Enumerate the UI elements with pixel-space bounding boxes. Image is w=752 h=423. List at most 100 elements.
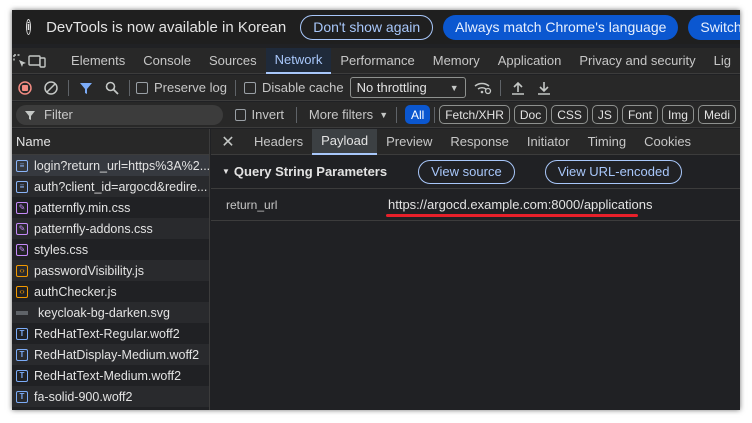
stylesheet-icon: ✎ bbox=[16, 201, 28, 214]
search-icon[interactable] bbox=[99, 75, 125, 101]
tab-console[interactable]: Console bbox=[134, 48, 200, 74]
close-icon[interactable]: ✕ bbox=[211, 129, 245, 155]
type-filter-all[interactable]: All bbox=[404, 105, 431, 124]
network-toolbar: Preserve log Disable cache No throttling… bbox=[12, 75, 740, 101]
import-har-icon[interactable] bbox=[505, 75, 531, 101]
tab-privacy-security[interactable]: Privacy and security bbox=[570, 48, 704, 74]
separator bbox=[234, 79, 236, 96]
disable-cache-checkbox[interactable] bbox=[243, 81, 256, 94]
request-name: RedHatText-Medium.woff2 bbox=[34, 368, 182, 383]
tab-application[interactable]: Application bbox=[489, 48, 571, 74]
preserve-log-checkbox[interactable] bbox=[136, 81, 148, 94]
script-icon: ‹› bbox=[16, 264, 28, 277]
tab-memory[interactable]: Memory bbox=[424, 48, 489, 74]
tab-network[interactable]: Network bbox=[265, 47, 332, 74]
separator bbox=[396, 106, 397, 123]
section-title: Query String Parameters bbox=[233, 164, 388, 179]
document-icon: ≡ bbox=[16, 180, 28, 193]
match-language-button[interactable]: Always match Chrome's language bbox=[443, 14, 679, 40]
query-string-section-header[interactable]: ▼ Query String Parameters View source Vi… bbox=[211, 155, 740, 189]
language-infobar: i DevTools is now available in Korean Do… bbox=[12, 10, 740, 44]
request-row[interactable]: T RedHatDisplay-Medium.woff2 bbox=[12, 344, 209, 365]
type-filter-img[interactable]: Img bbox=[661, 105, 694, 124]
request-row[interactable]: T RedHatText-Regular.woff2 bbox=[12, 323, 209, 344]
stop-recording-icon[interactable] bbox=[12, 75, 38, 101]
separator bbox=[296, 106, 297, 123]
request-row[interactable]: ✎ patternfly-addons.css bbox=[12, 218, 209, 239]
request-name: patternfly.min.css bbox=[34, 200, 131, 215]
stylesheet-icon: ✎ bbox=[16, 222, 28, 235]
info-icon: i bbox=[26, 19, 32, 35]
tab-elements[interactable]: Elements bbox=[62, 48, 134, 74]
param-value: https://argocd.example.com:8000/applicat… bbox=[388, 197, 653, 212]
name-column-header[interactable]: Name bbox=[12, 129, 209, 155]
network-conditions-icon[interactable] bbox=[470, 75, 496, 101]
tab-payload[interactable]: Payload bbox=[312, 128, 378, 155]
filter-input[interactable]: Filter bbox=[16, 104, 223, 125]
request-name: RedHatDisplay-Medium.woff2 bbox=[34, 347, 200, 362]
request-row[interactable]: ≡ auth?client_id=argocd&redire... bbox=[12, 176, 209, 197]
detail-tab-bar: ✕ Headers Payload Preview Response Initi… bbox=[211, 128, 740, 155]
request-row[interactable]: ≡ login?return_url=https%3A%2... bbox=[12, 155, 209, 176]
stylesheet-icon: ✎ bbox=[16, 243, 28, 256]
preserve-log-label: Preserve log bbox=[154, 80, 227, 95]
tab-headers[interactable]: Headers bbox=[245, 129, 312, 155]
tab-preview[interactable]: Preview bbox=[377, 129, 441, 155]
request-name: login?return_url=https%3A%2... bbox=[34, 158, 209, 173]
request-name: keycloak-bg-darken.svg bbox=[38, 305, 171, 320]
request-name: passwordVisibility.js bbox=[34, 263, 144, 278]
device-toolbar-icon[interactable] bbox=[28, 48, 46, 74]
param-key: return_url bbox=[226, 197, 278, 212]
request-row[interactable]: T RedHatText-Medium.woff2 bbox=[12, 365, 209, 386]
request-row[interactable]: keycloak-bg-darken.svg bbox=[12, 302, 209, 323]
request-row[interactable]: ‹› passwordVisibility.js bbox=[12, 260, 209, 281]
view-url-encoded-button[interactable]: View URL-encoded bbox=[544, 159, 683, 184]
request-name: RedHatText-Regular.woff2 bbox=[34, 326, 180, 341]
request-row[interactable]: ✎ styles.css bbox=[12, 239, 209, 260]
disable-cache-label: Disable cache bbox=[261, 80, 344, 95]
throttling-select[interactable]: No throttling ▼ bbox=[349, 77, 466, 98]
infobar-message: DevTools is now available in Korean bbox=[46, 18, 287, 36]
tab-lighthouse[interactable]: Lig bbox=[705, 48, 740, 74]
throttling-value: No throttling bbox=[356, 80, 427, 95]
type-filter-font[interactable]: Font bbox=[621, 105, 658, 124]
chevron-down-icon: ▼ bbox=[379, 109, 389, 120]
separator bbox=[68, 79, 69, 96]
switch-devtools-button[interactable]: Switch DevTools to bbox=[688, 14, 740, 40]
invert-label: Invert bbox=[251, 107, 285, 122]
tab-response[interactable]: Response bbox=[441, 129, 518, 155]
type-filter-media[interactable]: Medi bbox=[697, 105, 736, 124]
tab-cookies[interactable]: Cookies bbox=[635, 129, 700, 155]
filter-funnel-icon[interactable] bbox=[73, 75, 99, 101]
font-icon: T bbox=[16, 369, 28, 382]
type-filter-css[interactable]: CSS bbox=[551, 105, 588, 124]
filter-icon bbox=[25, 110, 35, 120]
main-tab-bar: Elements Console Sources Network Perform… bbox=[12, 47, 740, 74]
filter-bar: Filter Invert More filters ▼ All Fetch/X… bbox=[12, 102, 740, 128]
type-filter-js[interactable]: JS bbox=[591, 105, 618, 124]
tab-performance[interactable]: Performance bbox=[331, 48, 423, 74]
export-har-icon[interactable] bbox=[531, 75, 557, 101]
type-filter-fetch-xhr[interactable]: Fetch/XHR bbox=[439, 105, 510, 124]
tab-sources[interactable]: Sources bbox=[200, 48, 266, 74]
tab-timing[interactable]: Timing bbox=[579, 129, 636, 155]
type-filter-doc[interactable]: Doc bbox=[513, 105, 548, 124]
filter-placeholder: Filter bbox=[44, 107, 73, 122]
inspect-element-icon[interactable] bbox=[12, 48, 28, 74]
request-row[interactable]: Tfa-solid-900.woff2 bbox=[12, 386, 209, 407]
devtools-window: i DevTools is now available in Korean Do… bbox=[12, 10, 740, 410]
clear-icon[interactable] bbox=[38, 75, 64, 101]
request-detail-pane: ✕ Headers Payload Preview Response Initi… bbox=[211, 128, 740, 410]
request-name: patternfly-addons.css bbox=[34, 221, 153, 236]
invert-checkbox[interactable] bbox=[234, 108, 246, 121]
font-icon: T bbox=[16, 327, 28, 340]
view-source-button[interactable]: View source bbox=[418, 159, 515, 184]
request-name: styles.css bbox=[34, 242, 89, 257]
request-row[interactable]: ‹› authChecker.js bbox=[12, 281, 209, 302]
request-row[interactable]: ✎ patternfly.min.css bbox=[12, 197, 209, 218]
dont-show-again-button[interactable]: Don't show again bbox=[300, 14, 434, 40]
more-filters-dropdown[interactable]: More filters bbox=[309, 107, 373, 122]
request-name: authChecker.js bbox=[34, 284, 117, 299]
tab-initiator[interactable]: Initiator bbox=[518, 129, 579, 155]
separator bbox=[434, 106, 436, 123]
